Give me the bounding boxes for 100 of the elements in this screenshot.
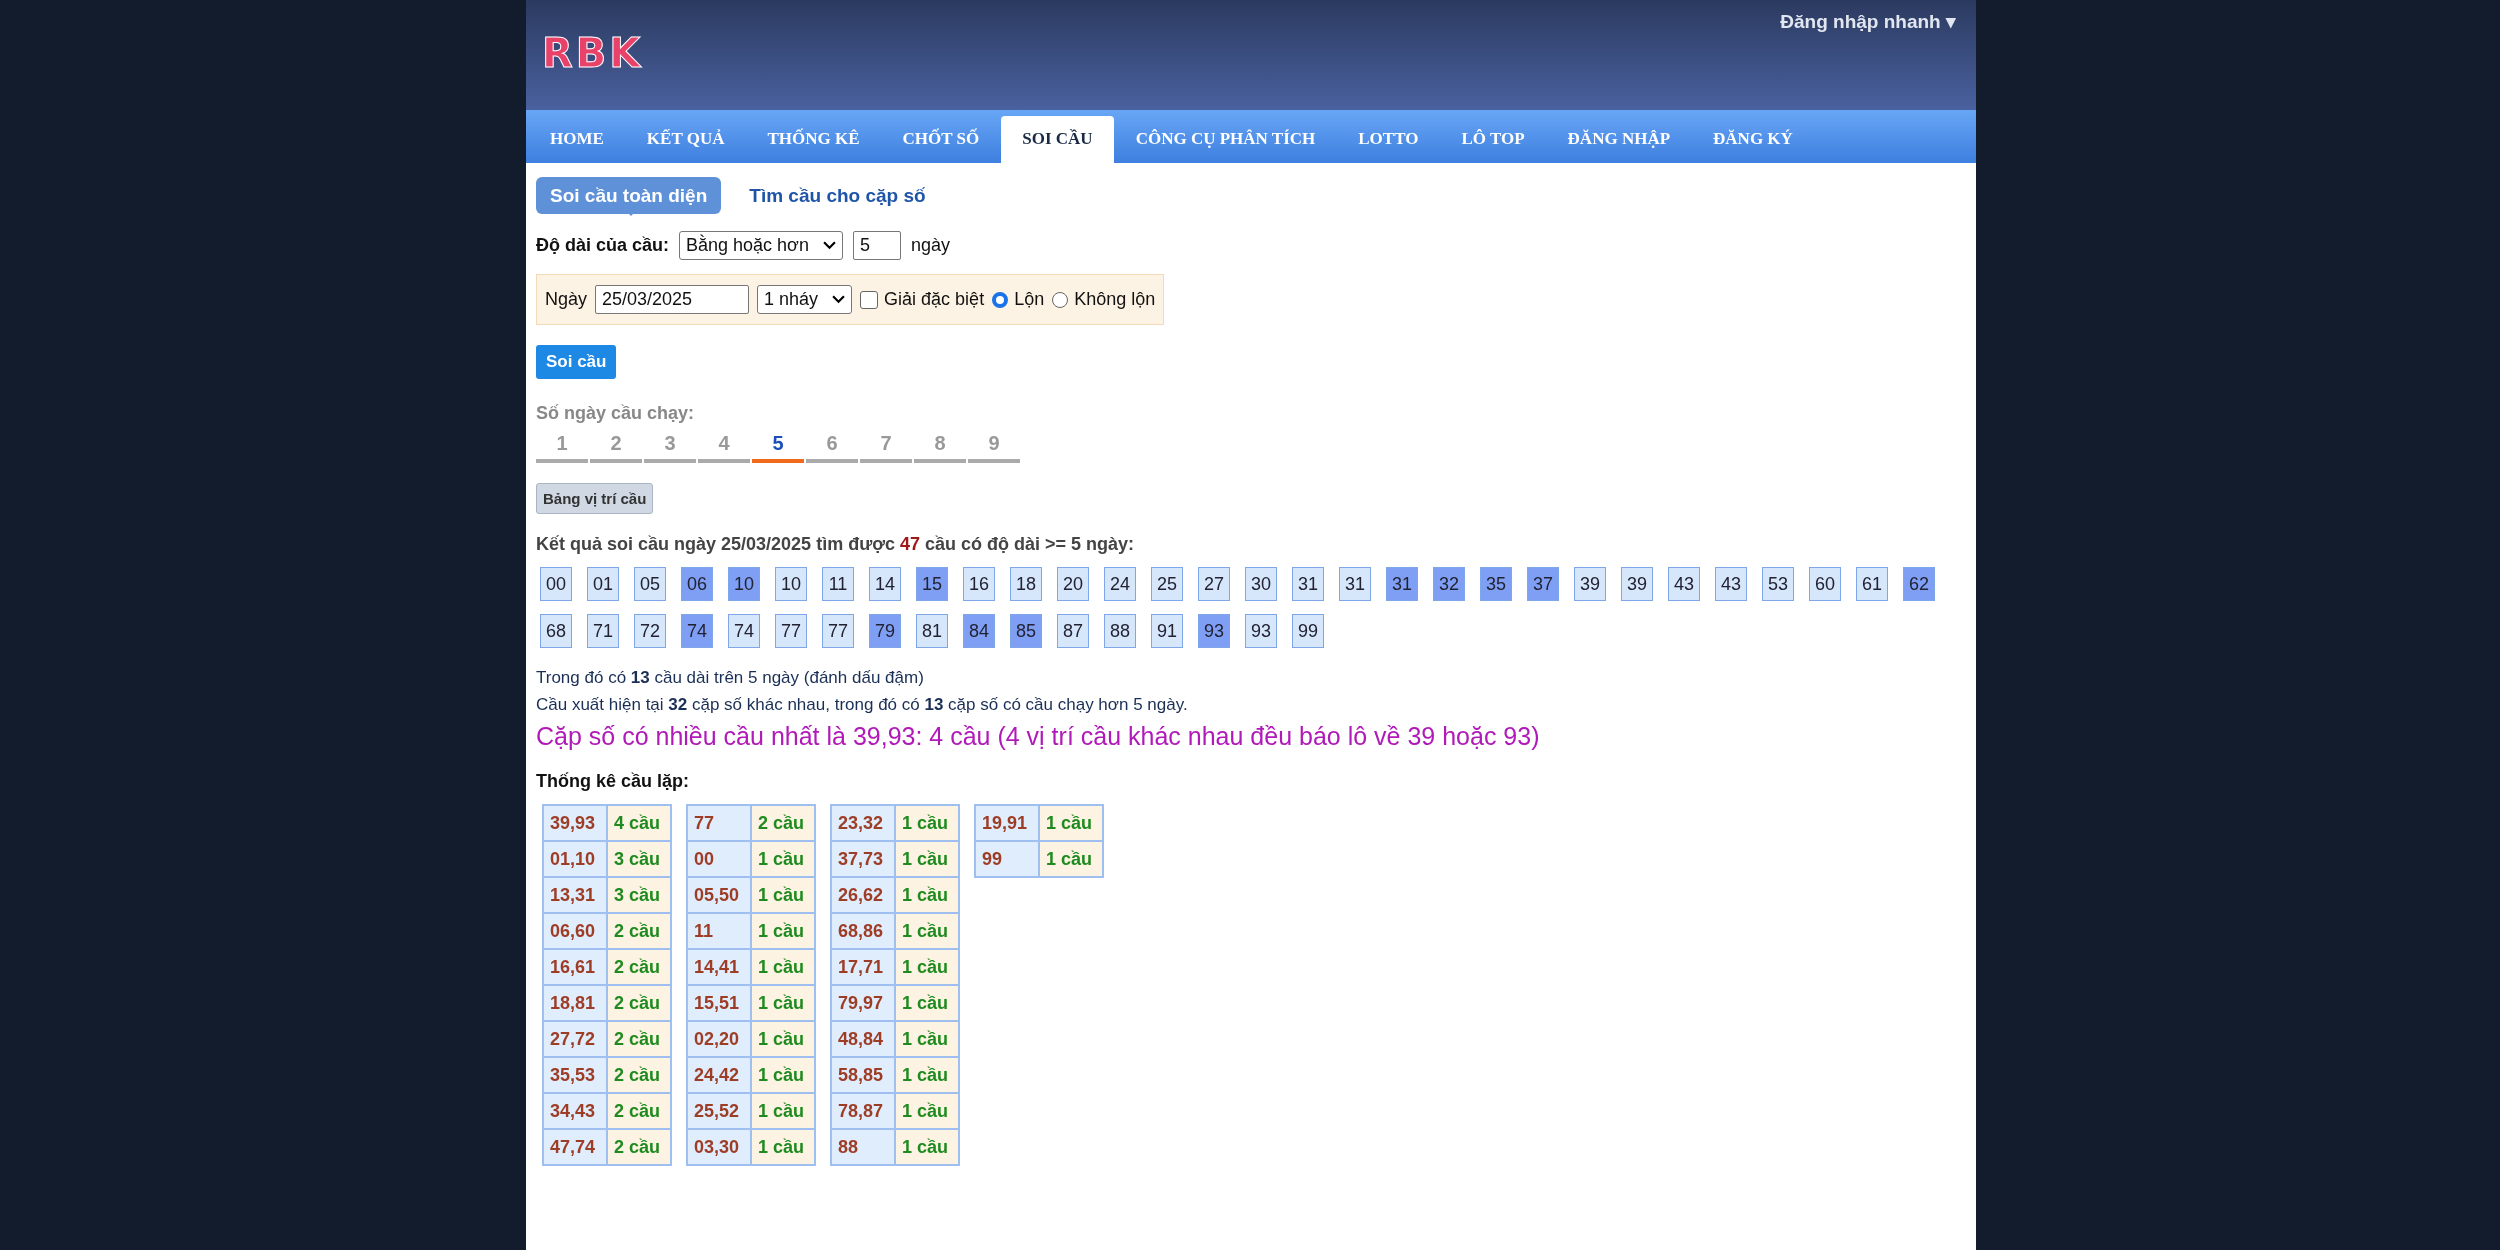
number-chip[interactable]: 85 (1010, 614, 1042, 648)
number-chip[interactable]: 31 (1339, 567, 1371, 601)
search-button[interactable]: Soi cầu (536, 345, 617, 379)
number-chip[interactable]: 37 (1527, 567, 1559, 601)
number-chip[interactable]: 24 (1104, 567, 1136, 601)
number-chip[interactable]: 31 (1386, 567, 1418, 601)
count-cell: 3 cầu (607, 841, 671, 877)
number-chip[interactable]: 25 (1151, 567, 1183, 601)
number-chip[interactable]: 61 (1856, 567, 1888, 601)
pair-cell: 18,81 (543, 985, 607, 1021)
count-cell: 4 cầu (607, 805, 671, 841)
number-chip[interactable]: 32 (1433, 567, 1465, 601)
number-chip[interactable]: 62 (1903, 567, 1935, 601)
number-chip[interactable]: 10 (728, 567, 760, 601)
number-chip[interactable]: 84 (963, 614, 995, 648)
number-chip[interactable]: 01 (587, 567, 619, 601)
days-unit: ngày (910, 235, 950, 256)
chevron-down-icon (822, 241, 836, 250)
count-cell: 1 cầu (751, 1057, 815, 1093)
pair-cell: 01,10 (543, 841, 607, 877)
pair-cell: 16,61 (543, 949, 607, 985)
sub-tab[interactable]: Tìm cầu cho cặp số (735, 177, 940, 214)
number-chip[interactable]: 77 (775, 614, 807, 648)
count-cell: 2 cầu (607, 1129, 671, 1165)
number-chip[interactable]: 27 (1198, 567, 1230, 601)
radio-button[interactable] (1052, 291, 1069, 308)
pair-cell: 77 (687, 805, 751, 841)
radio-button[interactable] (992, 291, 1009, 308)
pair-cell: 17,71 (831, 949, 895, 985)
result-note: Cầu xuất hiện tại 32 cặp số khác nhau, trong đó có 13 cặp số có cầu chạy hơn 5 ngày. (536, 694, 1189, 716)
number-chip[interactable]: 93 (1245, 614, 1277, 648)
number-chip[interactable]: 43 (1668, 567, 1700, 601)
checkbox[interactable] (860, 290, 879, 309)
count-cell: 1 cầu (895, 1021, 959, 1057)
number-chip[interactable]: 99 (1292, 614, 1324, 648)
number-chip[interactable]: 81 (916, 614, 948, 648)
position-table-button[interactable]: Bảng vị trí cầu (536, 483, 654, 514)
option-label: Không lộn (1074, 289, 1156, 310)
count-cell: 2 cầu (607, 949, 671, 985)
pair-cell: 27,72 (543, 1021, 607, 1057)
number-chip[interactable]: 31 (1292, 567, 1324, 601)
quick-login-menu[interactable]: Đăng nhập nhanh ▾ (1780, 10, 1956, 33)
count-cell: 1 cầu (895, 1093, 959, 1129)
number-chip[interactable]: 60 (1809, 567, 1841, 601)
number-chip[interactable]: 10 (775, 567, 807, 601)
number-chip[interactable]: 93 (1198, 614, 1230, 648)
number-chip[interactable]: 30 (1245, 567, 1277, 601)
number-chip[interactable]: 05 (634, 567, 666, 601)
pair-cell: 03,30 (687, 1129, 751, 1165)
number-chip[interactable]: 15 (916, 567, 948, 601)
number-chip[interactable]: 88 (1104, 614, 1136, 648)
count-cell: 1 cầu (751, 1093, 815, 1129)
number-chip[interactable]: 43 (1715, 567, 1747, 601)
number-chip[interactable]: 79 (869, 614, 901, 648)
number-chip[interactable]: 74 (728, 614, 760, 648)
number-chip[interactable]: 39 (1574, 567, 1606, 601)
number-chip[interactable]: 53 (1762, 567, 1794, 601)
count-cell: 1 cầu (751, 1021, 815, 1057)
number-chip[interactable]: 91 (1151, 614, 1183, 648)
pair-cell: 68,86 (831, 913, 895, 949)
number-chip[interactable]: 14 (869, 567, 901, 601)
number-chip[interactable]: 35 (1480, 567, 1512, 601)
number-chip[interactable]: 72 (634, 614, 666, 648)
step-select[interactable]: 1 nháy (757, 285, 853, 314)
pair-cell: 13,31 (543, 877, 607, 913)
pair-cell: 79,97 (831, 985, 895, 1021)
mode-select[interactable]: Bằng hoặc hơn (679, 231, 843, 260)
pair-cell: 99 (975, 841, 1039, 877)
count-cell: 1 cầu (895, 805, 959, 841)
number-chip[interactable]: 68 (540, 614, 572, 648)
number-chip[interactable]: 11 (822, 567, 854, 601)
count-cell: 1 cầu (895, 985, 959, 1021)
pair-cell: 35,53 (543, 1057, 607, 1093)
date-input[interactable]: 25/03/2025 (595, 285, 750, 314)
count-cell: 2 cầu (607, 1057, 671, 1093)
number-chip[interactable]: 18 (1010, 567, 1042, 601)
pair-cell: 25,52 (687, 1093, 751, 1129)
result-summary: Kết quả soi cầu ngày 25/03/2025 tìm được 47 cầu có độ dài >= 5 ngày: (536, 534, 1136, 555)
number-chip[interactable]: 16 (963, 567, 995, 601)
pair-cell: 26,62 (831, 877, 895, 913)
result-note: Trong đó có 13 cầu dài trên 5 ngày (đánh dấu đậm) (536, 667, 925, 689)
day-tab[interactable]: 5 (752, 432, 804, 463)
number-chip[interactable]: 77 (822, 614, 854, 648)
number-chip[interactable]: 20 (1057, 567, 1089, 601)
number-chip[interactable]: 87 (1057, 614, 1089, 648)
pair-cell: 47,74 (543, 1129, 607, 1165)
number-chip[interactable]: 00 (540, 567, 572, 601)
number-chip[interactable]: 74 (681, 614, 713, 648)
days-input[interactable]: 5 (852, 231, 901, 260)
number-chip[interactable]: 71 (587, 614, 619, 648)
pair-cell: 37,73 (831, 841, 895, 877)
pair-cell: 15,51 (687, 985, 751, 1021)
count-cell: 1 cầu (895, 949, 959, 985)
number-chip[interactable]: 39 (1621, 567, 1653, 601)
pair-cell: 19,91 (975, 805, 1039, 841)
pair-cell: 00 (687, 841, 751, 877)
pair-cell: 39,93 (543, 805, 607, 841)
option-label: Lộn (1014, 289, 1045, 310)
number-chip[interactable]: 06 (681, 567, 713, 601)
nav-tab[interactable]: SOI CẦU (1001, 116, 1114, 163)
